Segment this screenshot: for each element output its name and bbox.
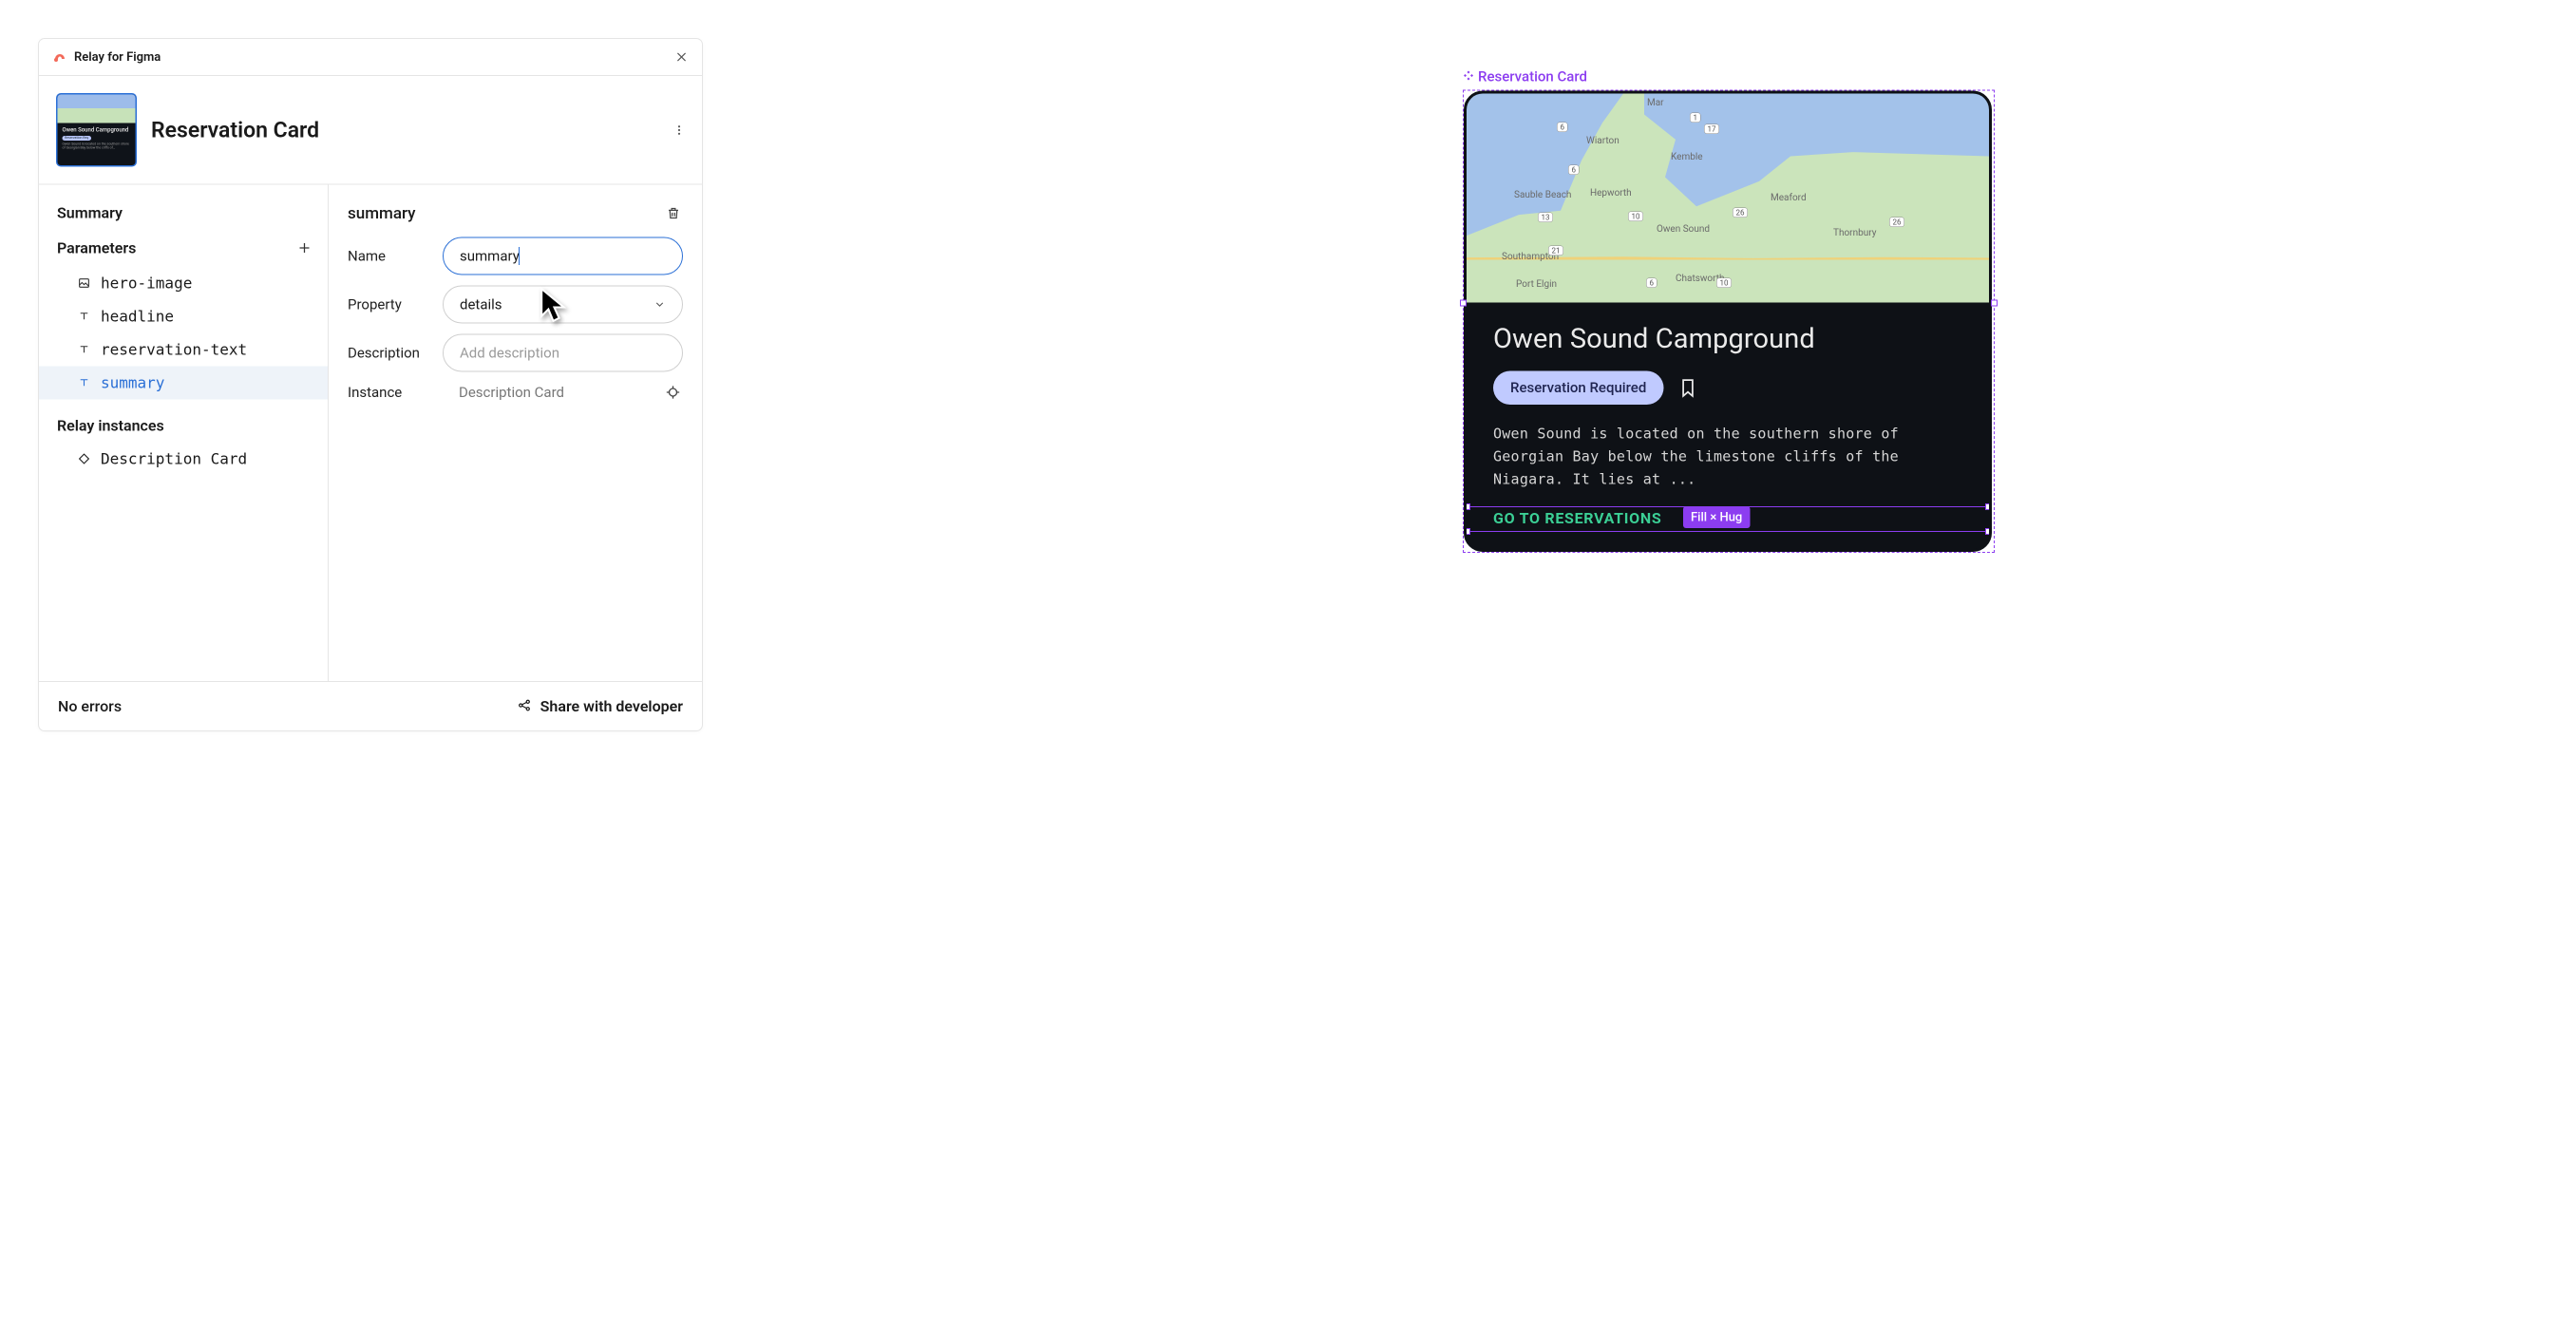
map-place-label: Meaford <box>1771 192 1807 203</box>
component-header: Owen Sound Campground Reservation Req Ow… <box>39 76 702 185</box>
route-shield: 21 <box>1548 246 1563 256</box>
summary-heading: Summary <box>39 199 328 236</box>
route-shield: 26 <box>1733 208 1748 218</box>
card-body: Owen Sound Campground Reservation Requir… <box>1467 303 1989 550</box>
selection-handle[interactable] <box>1464 528 1470 535</box>
selection-handle[interactable] <box>1991 300 1998 307</box>
map-place-label: Port Elgin <box>1516 278 1557 290</box>
route-shield: 26 <box>1889 218 1904 228</box>
sidebar: Summary Parameters hero-image headline res… <box>39 185 329 682</box>
parameters-label: Parameters <box>57 239 136 257</box>
param-item-summary[interactable]: summary <box>39 367 328 400</box>
text-icon <box>77 376 91 390</box>
param-item-reservation-text[interactable]: reservation-text <box>39 333 328 367</box>
selection-edge <box>1467 531 1989 532</box>
selection-handle[interactable] <box>1985 503 1992 510</box>
bookmark-icon[interactable] <box>1679 378 1695 398</box>
map-place-label: Kemble <box>1671 151 1703 162</box>
route-shield: 6 <box>1646 278 1657 289</box>
map-place-label: Hepworth <box>1590 187 1632 199</box>
more-menu-button[interactable] <box>670 121 689 140</box>
share-label: Share with developer <box>540 697 683 715</box>
description-row: Description Add description <box>348 334 683 372</box>
text-icon <box>77 343 91 357</box>
map-place-label: Owen Sound <box>1657 223 1710 235</box>
component-thumbnail[interactable]: Owen Sound Campground Reservation Req Ow… <box>56 93 137 167</box>
route-shield: 13 <box>1538 213 1553 223</box>
text-icon <box>77 310 91 324</box>
route-shield: 1 <box>1690 113 1701 123</box>
selection-bounds: Mar Wiarton Kemble Sauble Beach Hepworth Meaf… <box>1463 90 1995 554</box>
param-name: hero-image <box>101 275 192 293</box>
locate-instance-button[interactable] <box>663 383 683 403</box>
description-label: Description <box>348 345 443 362</box>
component-title: Reservation Card <box>151 117 319 142</box>
param-item-hero-image[interactable]: hero-image <box>39 267 328 300</box>
map-place-label: Sauble Beach <box>1514 189 1571 200</box>
relay-panel: Relay for Figma Owen Sound Campground Re… <box>38 38 703 731</box>
parameters-header: Parameters <box>39 236 328 267</box>
route-shield: 17 <box>1704 124 1719 135</box>
map-place-label: Mar <box>1647 97 1664 108</box>
reservation-chip[interactable]: Reservation Required <box>1493 371 1663 406</box>
app-name: Relay for Figma <box>74 50 161 65</box>
parameter-form: summary Name summary Property details <box>329 185 702 682</box>
diamond-icon <box>77 452 91 466</box>
map-place-label: Wiarton <box>1586 135 1619 146</box>
selection-handle[interactable] <box>1460 300 1467 307</box>
panel-footer: No errors Share with developer <box>39 681 702 730</box>
property-select[interactable]: details <box>443 286 683 324</box>
panel-header: Relay for Figma <box>39 39 702 76</box>
instance-name: Description Card <box>101 450 247 468</box>
component-label[interactable]: Reservation Card <box>1463 68 1995 85</box>
instance-label: Instance <box>348 384 443 401</box>
delete-button[interactable] <box>664 204 683 223</box>
text-caret <box>519 247 520 265</box>
card-map-image: Mar Wiarton Kemble Sauble Beach Hepworth Meaf… <box>1467 94 1989 303</box>
instance-row: Instance Description Card <box>348 383 683 403</box>
image-icon <box>77 276 91 291</box>
name-row: Name summary <box>348 237 683 275</box>
instance-value: Description Card <box>443 384 564 401</box>
chevron-down-icon <box>653 298 666 311</box>
status-text: No errors <box>58 697 122 715</box>
reservation-card[interactable]: Mar Wiarton Kemble Sauble Beach Hepworth Meaf… <box>1464 91 1992 553</box>
card-description: Owen Sound is located on the southern sh… <box>1493 423 1962 491</box>
card-link-row: GO TO RESERVATIONS Fill × Hug <box>1493 509 1962 527</box>
param-name: headline <box>101 308 174 326</box>
route-shield: 6 <box>1557 123 1568 133</box>
component-icon <box>1463 68 1474 85</box>
selection-handle[interactable] <box>1985 528 1992 535</box>
param-item-headline[interactable]: headline <box>39 300 328 333</box>
instances-heading: Relay instances <box>39 400 328 444</box>
map-place-label: Thornbury <box>1833 227 1876 238</box>
selection-edge <box>1467 506 1989 507</box>
instance-item[interactable]: Description Card <box>39 444 328 475</box>
parameter-list: hero-image headline reservation-text summar… <box>39 267 328 400</box>
close-button[interactable] <box>674 50 689 65</box>
figma-canvas: Reservation Card Mar Wiarton Kemble Sauble … <box>1463 68 1995 553</box>
name-input[interactable]: summary <box>443 237 683 275</box>
property-row: Property details <box>348 286 683 324</box>
instance-list: Description Card <box>39 444 328 475</box>
param-name: reservation-text <box>101 341 247 359</box>
form-title: summary <box>348 204 415 223</box>
add-parameter-button[interactable] <box>294 238 314 258</box>
route-shield: 6 <box>1568 165 1580 176</box>
relay-logo-icon <box>52 49 67 65</box>
property-label: Property <box>348 296 443 313</box>
route-shield: 10 <box>1628 212 1643 222</box>
name-label: Name <box>348 248 443 265</box>
route-shield: 10 <box>1716 278 1732 289</box>
share-button[interactable]: Share with developer <box>518 697 683 715</box>
reservations-link[interactable]: GO TO RESERVATIONS <box>1493 509 1661 527</box>
autolayout-badge: Fill × Hug <box>1683 506 1750 528</box>
description-input[interactable]: Add description <box>443 334 683 372</box>
panel-body: Summary Parameters hero-image headline res… <box>39 185 702 682</box>
card-title: Owen Sound Campground <box>1493 323 1962 355</box>
param-name: summary <box>101 374 164 392</box>
selection-handle[interactable] <box>1464 503 1470 510</box>
share-icon <box>518 698 532 714</box>
